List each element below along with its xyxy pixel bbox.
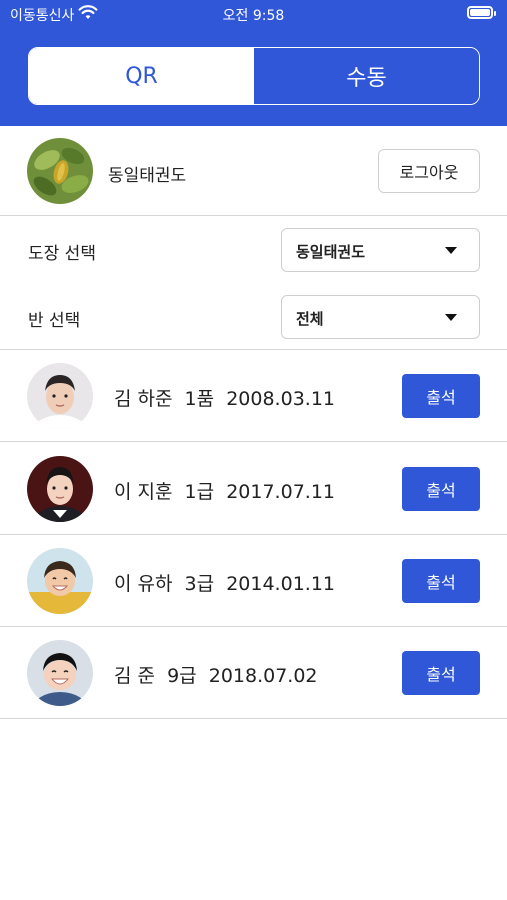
manual-mode-tab[interactable]: 수동 <box>254 48 479 104</box>
student-photo <box>27 363 93 429</box>
student-row: 이 유하 3급 2014.01.11 출석 <box>0 535 507 627</box>
class-select-label: 반 선택 <box>28 311 81 331</box>
dropdown-caret-icon <box>445 314 457 321</box>
filter-panel: 도장 선택 동일태권도 반 선택 전체 <box>0 216 507 350</box>
gym-select-label: 도장 선택 <box>28 244 96 264</box>
student-row: 이 지훈 1급 2017.07.11 출석 <box>0 443 507 535</box>
battery-icon <box>467 6 496 19</box>
qr-mode-tab[interactable]: QR <box>29 48 254 104</box>
student-avatar <box>27 363 93 429</box>
attend-button[interactable]: 출석 <box>402 374 480 418</box>
battery-level <box>470 9 490 16</box>
student-avatar <box>27 548 93 614</box>
student-photo <box>27 548 93 614</box>
student-info: 김 하준 1품 2008.03.11 <box>114 388 335 410</box>
gym-select[interactable]: 동일태권도 <box>281 228 480 272</box>
attend-button[interactable]: 출석 <box>402 651 480 695</box>
student-info: 이 지훈 1급 2017.07.11 <box>114 481 335 503</box>
student-photo <box>27 640 93 706</box>
student-avatar <box>27 640 93 706</box>
gym-name: 동일태권도 <box>108 166 187 186</box>
gym-profile-row: 동일태권도 로그아웃 <box>0 126 507 216</box>
student-info: 김 준 9급 2018.07.02 <box>114 665 318 687</box>
logout-button[interactable]: 로그아웃 <box>378 149 480 193</box>
gym-avatar <box>27 138 93 204</box>
student-row: 김 하준 1품 2008.03.11 출석 <box>0 350 507 442</box>
header: 이동통신사 오전 9:58 QR 수동 <box>0 0 507 126</box>
status-bar: 이동통신사 오전 9:58 <box>0 0 507 28</box>
attend-button[interactable]: 출석 <box>402 559 480 603</box>
student-photo <box>27 456 93 522</box>
class-select[interactable]: 전체 <box>281 295 480 339</box>
gym-select-value: 동일태권도 <box>296 243 366 261</box>
student-info: 이 유하 3급 2014.01.11 <box>114 573 335 595</box>
dropdown-caret-icon <box>445 247 457 254</box>
gym-logo-image <box>27 138 93 204</box>
attend-button[interactable]: 출석 <box>402 467 480 511</box>
clock: 오전 9:58 <box>222 8 285 24</box>
class-select-value: 전체 <box>296 310 324 328</box>
student-avatar <box>27 456 93 522</box>
mode-toggle: QR 수동 <box>28 47 480 105</box>
student-row: 김 준 9급 2018.07.02 출석 <box>0 627 507 719</box>
